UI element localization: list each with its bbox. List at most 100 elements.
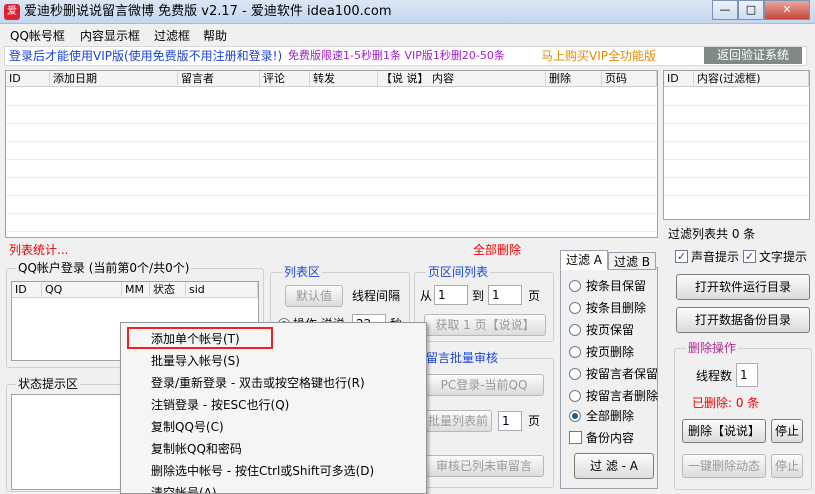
menu-filter[interactable]: 过滤框 xyxy=(154,27,190,44)
filter-col-id[interactable]: ID xyxy=(664,71,694,87)
posts-table[interactable]: ID 添加日期 留言者 评论 转发 【说 说】 内容 删除 页码 xyxy=(5,70,658,238)
grid-line xyxy=(6,213,657,214)
thread-interval-label: 线程间隔 xyxy=(352,289,401,303)
keep-by-page-label: 按页保留 xyxy=(586,323,635,337)
grid-line xyxy=(6,105,657,106)
col-delete[interactable]: 删除 xyxy=(546,71,602,87)
delete-by-author-radio[interactable] xyxy=(569,390,581,402)
qq-col-status[interactable]: 状态 xyxy=(150,282,186,298)
keep-by-author-radio[interactable] xyxy=(569,368,581,380)
qq-col-mm[interactable]: MM xyxy=(122,282,150,298)
page-range-title: 页区间列表 xyxy=(426,265,491,279)
batch-count-input[interactable]: 1 xyxy=(498,411,522,431)
menu-help[interactable]: 帮助 xyxy=(203,27,227,44)
stop-button[interactable]: 停止 xyxy=(771,419,803,443)
tab-filter-a[interactable]: 过滤 A xyxy=(560,250,608,270)
col-content[interactable]: 【说 说】 内容 xyxy=(378,71,546,87)
menu-qq-account[interactable]: QQ帐号框 xyxy=(10,27,65,44)
from-label: 从 xyxy=(420,289,433,303)
delete-by-page-radio[interactable] xyxy=(569,346,581,358)
keep-by-page-radio[interactable] xyxy=(569,324,581,336)
grid-line xyxy=(664,195,809,196)
window-title: 爱迪秒删说说留言微博 免费版 v2.17 - 爱迪软件 idea100.com xyxy=(24,4,392,19)
threads-input[interactable]: 1 xyxy=(736,363,758,387)
menu-clear-accounts[interactable]: 清空帐号(A) xyxy=(151,484,217,493)
menu-batch-import[interactable]: 批量导入帐号(S) xyxy=(151,352,240,369)
deleted-count: 已删除: 0 条 xyxy=(692,396,760,410)
batch-page-unit: 页 xyxy=(528,414,541,428)
one-click-delete-button[interactable]: 一键删除动态 xyxy=(682,454,766,478)
menu-content-display[interactable]: 内容显示框 xyxy=(80,27,140,44)
list-stats: 列表统计... xyxy=(9,243,69,257)
maximize-button[interactable]: □ xyxy=(738,0,764,20)
pc-login-button[interactable]: PC登录-当前QQ xyxy=(424,374,544,396)
filter-a-button[interactable]: 过 滤 - A xyxy=(574,453,654,479)
menu-login[interactable]: 登录/重新登录 - 双击或按空格键也行(R) xyxy=(151,374,365,391)
grid-line xyxy=(664,159,809,160)
col-author[interactable]: 留言者 xyxy=(178,71,260,87)
grid-line xyxy=(664,123,809,124)
delete-posts-button[interactable]: 删除【说说】 xyxy=(682,419,766,443)
qq-col-sid[interactable]: sid xyxy=(186,282,258,298)
to-page-input[interactable]: 1 xyxy=(488,285,522,305)
delete-by-page-label: 按页删除 xyxy=(586,345,635,359)
menu-logout[interactable]: 注销登录 - 按ESC也行(Q) xyxy=(151,396,289,413)
filter-col-content[interactable]: 内容(过滤框) xyxy=(694,71,809,87)
review-messages-button[interactable]: 审核已列未审留言 xyxy=(424,455,544,477)
qq-col-qq[interactable]: QQ xyxy=(42,282,122,298)
qq-col-id[interactable]: ID xyxy=(12,282,42,298)
delete-ops-title: 删除操作 xyxy=(686,341,739,355)
app-icon: 爱 xyxy=(4,4,20,20)
backup-content-checkbox[interactable] xyxy=(569,431,582,444)
stop-button-2[interactable]: 停止 xyxy=(771,454,803,478)
page-unit: 页 xyxy=(528,289,541,303)
status-title: 状态提示区 xyxy=(16,377,81,391)
delete-all-link[interactable]: 全部删除 xyxy=(473,242,521,258)
sound-tip-label: 声音提示 xyxy=(691,250,740,264)
text-tip-label: 文字提示 xyxy=(759,250,808,264)
batch-review-title: 留言批量审核 xyxy=(424,351,501,365)
fetch-posts-button[interactable]: 获取 1 页【说说】 xyxy=(424,314,546,336)
buy-vip-link[interactable]: 马上购买VIP全功能版 xyxy=(541,48,656,64)
grid-line xyxy=(664,177,809,178)
grid-line xyxy=(6,177,657,178)
col-forward[interactable]: 转发 xyxy=(310,71,378,87)
backup-content-label: 备份内容 xyxy=(586,431,635,445)
menu-add-account[interactable]: 添加单个帐号(T) xyxy=(151,330,240,347)
delete-by-item-label: 按条目删除 xyxy=(586,301,647,315)
minimize-button[interactable]: — xyxy=(712,0,738,20)
delete-by-author-label: 按留言者删除 xyxy=(586,389,659,403)
filter-summary: 过滤列表共 0 条 xyxy=(668,227,756,241)
col-comment[interactable]: 评论 xyxy=(260,71,310,87)
tab-filter-b[interactable]: 过滤 B xyxy=(608,252,656,270)
close-button[interactable]: ✕ xyxy=(764,0,810,20)
sound-tip-checkbox[interactable]: ✓ xyxy=(675,250,688,263)
filter-table[interactable]: ID 内容(过滤框) xyxy=(663,70,810,220)
menu-delete-selected[interactable]: 删除选中帐号 - 按住Ctrl或Shift可多选(D) xyxy=(151,462,374,479)
open-backup-dir-button[interactable]: 打开数据备份目录 xyxy=(676,307,810,333)
grid-line xyxy=(664,105,809,106)
delete-by-item-radio[interactable] xyxy=(569,302,581,314)
grid-line xyxy=(6,141,657,142)
keep-by-item-label: 按条目保留 xyxy=(586,279,647,293)
keep-by-author-label: 按留言者保留 xyxy=(586,367,659,381)
keep-by-item-radio[interactable] xyxy=(569,280,581,292)
delete-all-radio[interactable] xyxy=(569,410,581,422)
delete-all-label: 全部删除 xyxy=(586,409,635,423)
from-page-input[interactable]: 1 xyxy=(434,285,468,305)
verify-system-button[interactable]: 返回验证系统 xyxy=(704,47,802,64)
batch-list-button[interactable]: 批量列表前 xyxy=(424,410,492,432)
list-area-title: 列表区 xyxy=(282,265,323,279)
threads-label: 线程数 xyxy=(696,369,733,383)
menu-copy-qq[interactable]: 复制QQ号(C) xyxy=(151,418,224,435)
qq-login-title: QQ帐户登录 (当前第0个/共0个) xyxy=(16,261,192,275)
default-value-button[interactable]: 默认值 xyxy=(285,285,343,307)
to-label: 到 xyxy=(472,289,485,303)
menu-copy-qq-password[interactable]: 复制帐QQ和密码 xyxy=(151,440,242,457)
free-speed-notice: 免费版限速1-5秒删1条 VIP版1秒删20-50条 xyxy=(288,49,505,62)
col-id[interactable]: ID xyxy=(6,71,50,87)
col-date[interactable]: 添加日期 xyxy=(50,71,178,87)
text-tip-checkbox[interactable]: ✓ xyxy=(743,250,756,263)
open-run-dir-button[interactable]: 打开软件运行目录 xyxy=(676,274,810,300)
col-page[interactable]: 页码 xyxy=(602,71,657,87)
